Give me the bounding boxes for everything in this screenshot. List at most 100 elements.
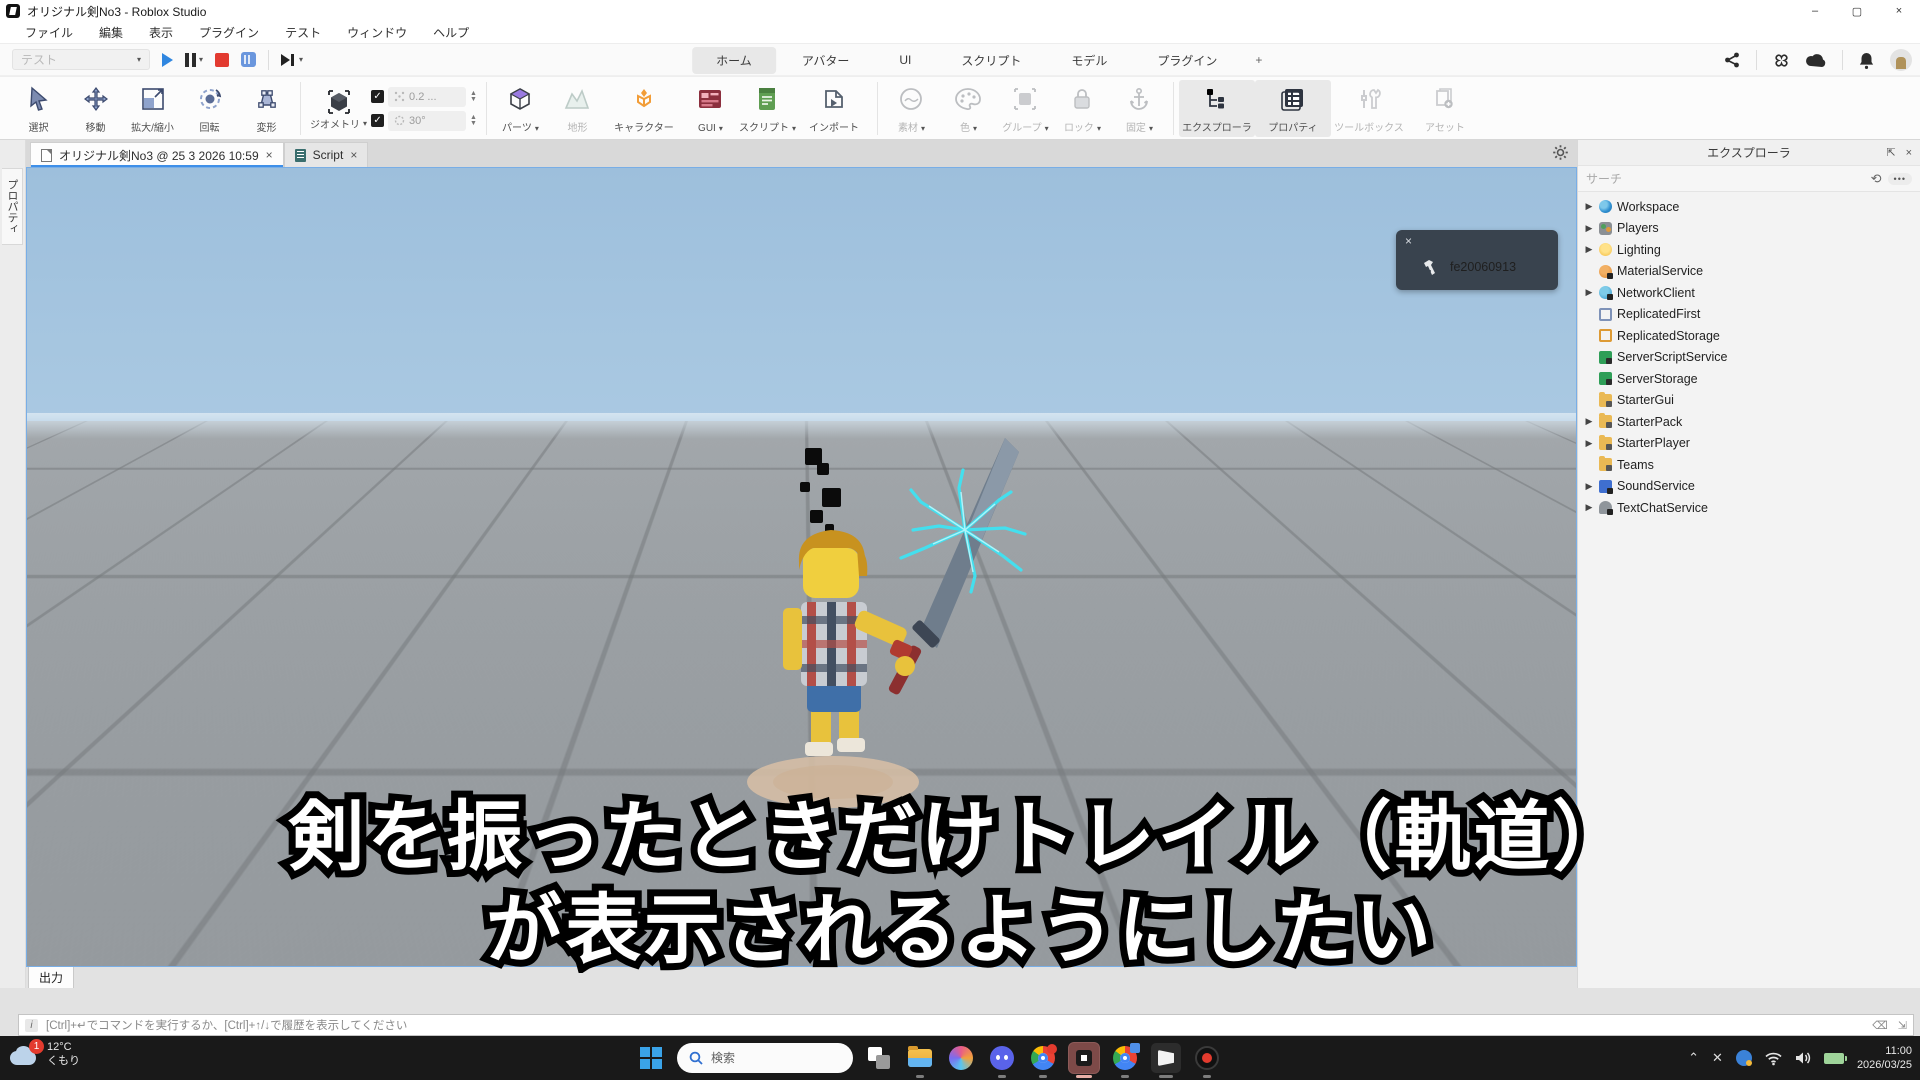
explorer-search-input[interactable] xyxy=(1586,172,1865,186)
insert-part-button[interactable]: パーツ▾ xyxy=(492,80,549,137)
expand-arrow-icon[interactable]: ▶ xyxy=(1584,502,1594,513)
menu-plugins[interactable]: プラグイン xyxy=(186,22,272,43)
tree-item-players[interactable]: ▶Players xyxy=(1584,218,1920,240)
user-avatar[interactable] xyxy=(1890,49,1912,71)
start-button[interactable] xyxy=(636,1043,666,1073)
transform-tool-button[interactable]: 変形 xyxy=(238,80,295,137)
rotate-snap-stepper[interactable]: ▲▼ xyxy=(470,115,477,126)
recorder-button[interactable] xyxy=(1192,1043,1222,1073)
close-panel-icon[interactable]: × xyxy=(1906,147,1912,159)
step-forward-button[interactable]: ▾ xyxy=(281,54,303,66)
character-button[interactable]: キャラクター xyxy=(606,80,682,137)
import-button[interactable]: インポート xyxy=(796,80,872,137)
move-tool-button[interactable]: 移動 xyxy=(67,80,124,137)
tab-model[interactable]: モデル xyxy=(1047,47,1131,74)
tray-app-icon[interactable] xyxy=(1736,1050,1752,1066)
wifi-icon[interactable] xyxy=(1765,1052,1782,1065)
clear-output-icon[interactable]: ⌫ xyxy=(1872,1019,1888,1032)
maximize-button[interactable]: ▢ xyxy=(1836,0,1878,22)
rotate-tool-button[interactable]: 回転 xyxy=(181,80,238,137)
explorer-panel-toggle[interactable]: エクスプローラ xyxy=(1179,80,1255,137)
script-document-tab[interactable]: Script × xyxy=(284,142,369,167)
group-button[interactable]: グループ▾ xyxy=(997,80,1054,137)
speaker-icon[interactable] xyxy=(1795,1051,1811,1065)
output-tab[interactable]: 出力 xyxy=(28,966,74,988)
taskbar-clock[interactable]: 11:00 2026/03/25 xyxy=(1857,1044,1912,1073)
asset-manager-toggle[interactable]: アセット xyxy=(1407,80,1483,137)
tree-item-materialservice[interactable]: ▶MaterialService xyxy=(1584,261,1920,283)
lock-button[interactable]: ロック▾ xyxy=(1054,80,1111,137)
tree-item-replicatedstorage[interactable]: ▶ReplicatedStorage xyxy=(1584,325,1920,347)
tree-item-replicatedfirst[interactable]: ▶ReplicatedFirst xyxy=(1584,304,1920,326)
tab-script[interactable]: スクリプト xyxy=(937,47,1045,74)
roblox-studio-button[interactable] xyxy=(1069,1043,1099,1073)
weather-widget[interactable]: 1 12°C くもり xyxy=(10,1041,80,1069)
expand-arrow-icon[interactable]: ▶ xyxy=(1584,287,1594,298)
popout-panel-icon[interactable]: ⇱ xyxy=(1886,146,1895,159)
menu-edit[interactable]: 編集 xyxy=(86,22,136,43)
tree-item-starterplayer[interactable]: ▶StarterPlayer xyxy=(1584,433,1920,455)
tab-ui[interactable]: UI xyxy=(875,48,935,72)
tree-item-lighting[interactable]: ▶Lighting xyxy=(1584,239,1920,261)
tree-item-soundservice[interactable]: ▶SoundService xyxy=(1584,476,1920,498)
expand-arrow-icon[interactable]: ▶ xyxy=(1584,416,1594,427)
tray-chevron-up-icon[interactable]: ⌃ xyxy=(1688,1050,1699,1066)
move-snap-stepper[interactable]: ▲▼ xyxy=(470,91,477,102)
tree-item-serverstorage[interactable]: ▶ServerStorage xyxy=(1584,368,1920,390)
menu-view[interactable]: 表示 xyxy=(136,22,186,43)
place-document-tab[interactable]: オリジナル剣No3 @ 25 3 2026 10:59 × xyxy=(30,142,284,167)
expand-arrow-icon[interactable]: ▶ xyxy=(1584,201,1594,212)
cloud-icon[interactable] xyxy=(1806,53,1826,67)
tree-item-startergui[interactable]: ▶StarterGui xyxy=(1584,390,1920,412)
copilot-button[interactable] xyxy=(946,1043,976,1073)
resume-button[interactable] xyxy=(241,52,256,67)
taskbar-search-input[interactable] xyxy=(711,1051,821,1065)
select-tool-button[interactable]: 選択 xyxy=(10,80,67,137)
close-icon[interactable]: × xyxy=(1405,234,1412,248)
discord-button[interactable] xyxy=(987,1043,1017,1073)
notifications-bell-icon[interactable] xyxy=(1859,52,1874,69)
expand-arrow-icon[interactable]: ▶ xyxy=(1584,223,1594,234)
menu-file[interactable]: ファイル xyxy=(12,22,86,43)
stop-button[interactable] xyxy=(215,53,229,67)
task-view-button[interactable] xyxy=(864,1043,894,1073)
tray-close-icon[interactable]: ✕ xyxy=(1712,1050,1723,1066)
tab-home[interactable]: ホーム xyxy=(692,47,776,74)
geometry-mode-button[interactable]: ジオメトリ ▾ xyxy=(310,84,367,134)
toolbox-panel-toggle[interactable]: ツールボックス xyxy=(1331,80,1407,137)
viewport-settings-gear-icon[interactable] xyxy=(1552,144,1569,166)
material-button[interactable]: 素材▾ xyxy=(883,80,940,137)
chrome-button[interactable] xyxy=(1028,1043,1058,1073)
capcut-button[interactable] xyxy=(1151,1043,1181,1073)
minimize-button[interactable]: – xyxy=(1794,0,1836,22)
tree-item-serverscriptservice[interactable]: ▶ServerScriptService xyxy=(1584,347,1920,369)
menu-help[interactable]: ヘルプ xyxy=(420,22,482,43)
tree-item-textchatservice[interactable]: ▶TextChatService xyxy=(1584,497,1920,519)
menu-test[interactable]: テスト xyxy=(272,22,334,43)
anchor-button[interactable]: 固定▾ xyxy=(1111,80,1168,137)
file-explorer-button[interactable] xyxy=(905,1043,935,1073)
battery-icon[interactable] xyxy=(1824,1053,1844,1064)
close-button[interactable]: × xyxy=(1878,0,1920,22)
insert-script-button[interactable]: スクリプト▾ xyxy=(739,80,796,137)
rotate-snap-input[interactable]: 30° xyxy=(388,111,466,131)
tree-item-networkclient[interactable]: ▶NetworkClient xyxy=(1584,282,1920,304)
move-snap-checkbox[interactable]: ✓ xyxy=(371,90,384,103)
tab-add-button[interactable]: + xyxy=(1243,48,1274,72)
menu-window[interactable]: ウィンドウ xyxy=(334,22,420,43)
play-button[interactable] xyxy=(162,53,173,67)
terrain-button[interactable]: 地形 xyxy=(549,80,606,137)
close-tab-icon[interactable]: × xyxy=(266,148,273,162)
taskbar-search[interactable] xyxy=(677,1043,853,1073)
color-button[interactable]: 色▾ xyxy=(940,80,997,137)
expand-panel-icon[interactable]: ⇲ xyxy=(1898,1019,1907,1032)
explorer-menu-button[interactable]: ••• xyxy=(1888,173,1912,185)
pause-button[interactable]: ▾ xyxy=(185,53,203,67)
move-snap-input[interactable]: 0.2 ... xyxy=(388,87,466,107)
test-mode-dropdown[interactable]: テスト ▾ xyxy=(12,49,150,70)
expand-arrow-icon[interactable]: ▶ xyxy=(1584,481,1594,492)
expand-arrow-icon[interactable]: ▶ xyxy=(1584,438,1594,449)
collaborate-icon[interactable] xyxy=(1773,52,1790,69)
tab-plugins[interactable]: プラグイン xyxy=(1133,47,1241,74)
properties-collapsed-tab[interactable]: プロパティ xyxy=(2,168,23,245)
